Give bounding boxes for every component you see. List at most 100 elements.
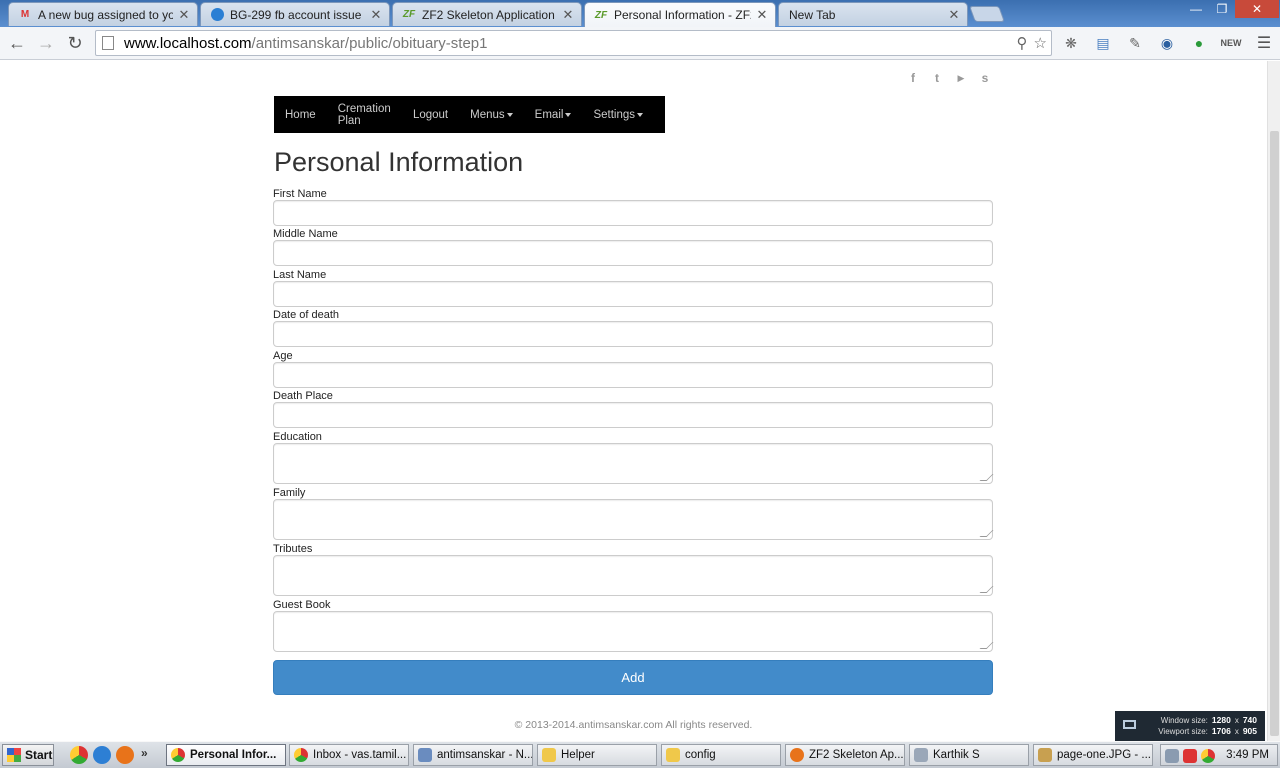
vertical-scrollbar[interactable] [1267,61,1280,741]
death-place-input[interactable] [273,402,993,428]
windows-logo-icon [7,748,21,762]
extension-folder-icon[interactable]: ▤ [1092,32,1114,54]
page-icon [102,36,114,50]
address-bar[interactable]: www.localhost.com/antimsanskar/public/ob… [95,30,1052,56]
youtube-icon[interactable]: ▶ [953,71,969,85]
tributes-label: Tributes [273,543,313,555]
extension-new-icon[interactable]: NEW [1220,32,1242,54]
scrollbar-thumb[interactable] [1270,131,1279,736]
tab-gmail[interactable]: M A new bug assigned to you in ✕ [8,2,198,26]
monitor-icon [1123,720,1136,729]
taskbar-item-page-one[interactable]: page-one.JPG - ... [1033,744,1153,766]
start-button[interactable]: Start [2,744,54,766]
extension-chat-icon[interactable]: ● [1188,32,1210,54]
last-name-input[interactable] [273,281,993,307]
firefox-icon [790,748,804,762]
more-quicklaunch-icon[interactable]: » [141,746,159,764]
first-name-input[interactable] [273,200,993,226]
ie-quicklaunch-icon[interactable] [93,746,111,764]
image-viewer-icon [1038,748,1052,762]
facebook-icon[interactable]: f [905,71,921,85]
reload-button[interactable]: ↻ [64,32,86,54]
close-window-button[interactable]: ✕ [1235,0,1279,18]
extension-eyedropper-icon[interactable]: ✎ [1124,32,1146,54]
bookmark-star-icon[interactable]: ☆ [1034,34,1047,52]
caret-down-icon [637,112,643,117]
forward-button[interactable]: → [35,32,57,54]
education-textarea[interactable] [273,443,993,484]
close-icon[interactable]: ✕ [561,7,575,23]
netbeans-icon [418,748,432,762]
nav-home[interactable]: Home [285,109,316,121]
family-label: Family [273,487,306,499]
tracker-icon [209,7,225,23]
tab-new-tab[interactable]: New Tab ✕ [778,2,968,26]
folder-icon [666,748,680,762]
main-navbar: Home Cremation Plan Logout Menus Email S… [274,96,665,133]
caret-down-icon [565,112,572,117]
restore-button[interactable]: ❐ [1209,0,1235,18]
guest-book-textarea[interactable] [273,611,993,652]
taskbar-item-helper[interactable]: Helper [537,744,657,766]
new-tab-button[interactable] [969,6,1005,22]
age-input[interactable] [273,362,993,388]
nav-logout[interactable]: Logout [413,109,448,121]
clock[interactable]: 3:49 PM [1226,749,1269,761]
chrome-quicklaunch-icon[interactable] [70,746,88,764]
tab-bug-tracker[interactable]: BG-299 fb account issue - An ✕ [200,2,390,26]
education-label: Education [273,431,322,443]
close-icon[interactable]: ✕ [177,7,191,23]
tray-chrome-icon[interactable] [1201,749,1215,763]
nav-email-dropdown[interactable]: Email [535,109,572,121]
firefox-quicklaunch-icon[interactable] [116,746,134,764]
last-name-label: Last Name [273,269,327,281]
nav-cremation-plan[interactable]: Cremation Plan [338,103,391,127]
close-icon[interactable]: ✕ [755,7,769,23]
chat-icon [914,748,928,762]
taskbar-item-config[interactable]: config [661,744,781,766]
tab-zf2-skeleton[interactable]: ZF ZF2 Skeleton Application ✕ [392,2,582,26]
extension-disk-icon[interactable]: ◉ [1156,32,1178,54]
middle-name-label: Middle Name [273,228,338,240]
nav-menus-dropdown[interactable]: Menus [470,109,513,121]
zf2-icon: ZF [402,9,416,20]
zf2-icon: ZF [594,9,608,21]
twitter-icon[interactable]: t [929,71,945,85]
page-viewport: f t ▶ s Home Cremation Plan Logout Menus… [0,61,1267,741]
date-of-death-label: Date of death [273,309,340,321]
window-controls: — ❐ ✕ [1183,0,1279,18]
extension-bug-icon[interactable]: ❋ [1060,32,1082,54]
search-icon[interactable]: ⚲ [1017,34,1028,52]
taskbar-item-inbox[interactable]: Inbox - vas.tamil... [289,744,409,766]
browser-toolbar: ← → ↻ www.localhost.com/antimsanskar/pub… [0,27,1280,60]
back-button[interactable]: ← [6,32,28,54]
close-icon[interactable]: ✕ [947,7,961,23]
guest-book-label: Guest Book [273,599,331,611]
page-title: Personal Information [274,147,524,177]
tab-personal-information[interactable]: ZF Personal Information - ZF2 S ✕ [584,2,776,27]
taskbar-item-zf2-skeleton[interactable]: ZF2 Skeleton Ap... [785,744,905,766]
middle-name-input[interactable] [273,240,993,266]
menu-icon[interactable]: ☰ [1253,32,1275,54]
date-of-death-input[interactable] [273,321,993,347]
minimize-button[interactable]: — [1183,0,1209,18]
tributes-textarea[interactable] [273,555,993,596]
tray-chat-icon[interactable] [1165,749,1179,763]
tray-antivirus-icon[interactable] [1183,749,1197,763]
death-place-label: Death Place [273,390,333,402]
taskbar-item-personal-info[interactable]: Personal Infor... [166,744,286,766]
caret-down-icon [506,112,513,117]
skype-icon[interactable]: s [977,71,993,85]
folder-icon [542,748,556,762]
window-size-overlay: Window size: 1280 x 740 Viewport size: 1706 x… [1115,711,1265,741]
footer-copyright: © 2013-2014.antimsanskar.com All rights … [514,719,753,731]
add-button[interactable]: Add [273,660,993,695]
taskbar-item-antimsanskar[interactable]: antimsanskar - N... [413,744,533,766]
age-label: Age [273,350,293,362]
system-tray: 3:49 PM [1160,744,1278,766]
nav-settings-dropdown[interactable]: Settings [593,109,643,121]
taskbar-item-karthik[interactable]: Karthik S [909,744,1029,766]
family-textarea[interactable] [273,499,993,540]
gmail-icon: M [20,9,30,20]
close-icon[interactable]: ✕ [369,7,383,23]
